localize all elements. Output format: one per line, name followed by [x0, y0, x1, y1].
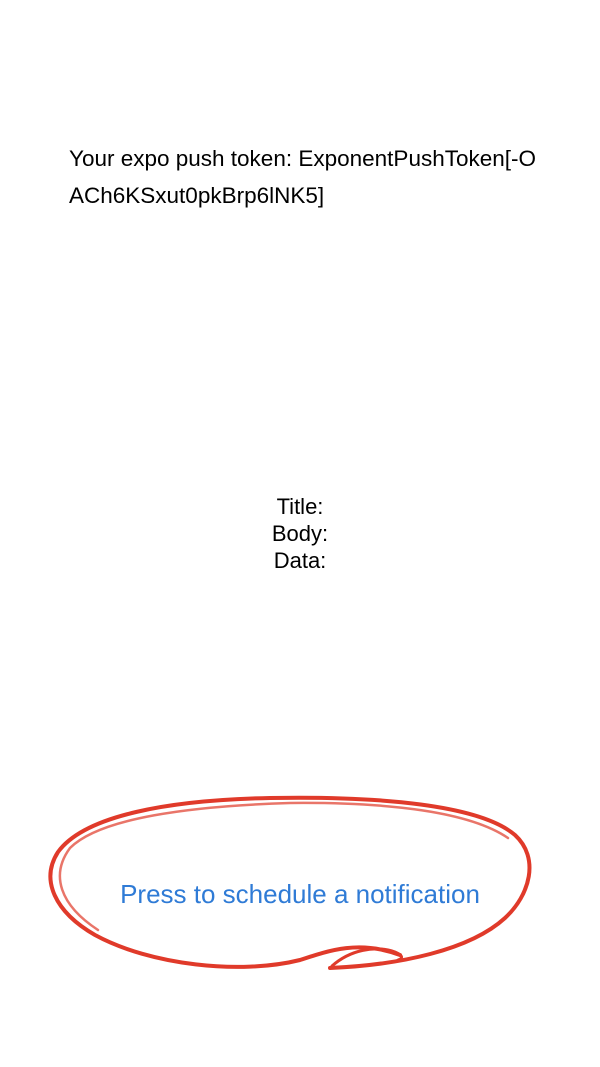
notification-info: Title: Body: Data: [0, 493, 600, 574]
notification-title-label: Title: [276, 494, 324, 519]
notification-data-label: Data: [273, 548, 327, 573]
schedule-notification-button[interactable]: Press to schedule a notification [60, 872, 540, 916]
push-token-text: Your expo push token: ExponentPushToken[… [69, 140, 549, 214]
push-token-label: Your expo push token: [69, 146, 293, 171]
notification-body-label: Body: [271, 521, 329, 546]
